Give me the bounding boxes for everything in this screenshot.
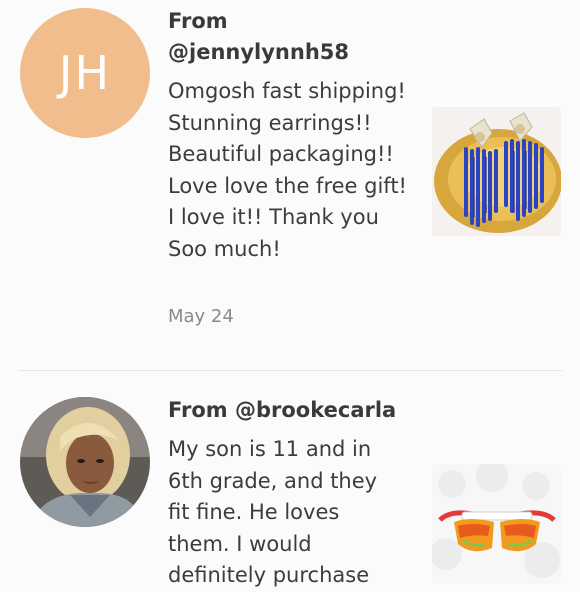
review-text: My son is 11 and in 6th grade, and they … — [168, 437, 378, 587]
review-photo-thumbnail[interactable] — [432, 464, 561, 584]
avatar[interactable]: JH — [20, 8, 150, 138]
review-photo-thumbnail[interactable] — [432, 107, 561, 236]
review-text: Omgosh fast shipping! Stunning earrings!… — [168, 79, 407, 261]
review-item: JH From @jennylynnh58 Omgosh fast shippi… — [0, 0, 580, 370]
review-item: From @brookecarla My son is 11 and in 6t… — [0, 371, 580, 587]
avatar[interactable] — [20, 397, 150, 527]
blue-beaded-earrings-photo-icon — [432, 107, 561, 236]
from-label: From — [168, 398, 228, 422]
author-handle-link[interactable]: @jennylynnh58 — [168, 37, 349, 68]
review-date: May 24 — [168, 306, 234, 327]
avatar-initials: JH — [58, 46, 112, 100]
sport-sunglasses-photo-icon — [432, 464, 561, 584]
review-author: From @jennylynnh58 — [168, 6, 349, 68]
review-author: From @brookecarla — [168, 395, 396, 426]
user-photo-avatar-icon — [20, 397, 150, 527]
author-handle-link[interactable]: @brookecarla — [235, 398, 396, 422]
from-label: From — [168, 9, 228, 33]
